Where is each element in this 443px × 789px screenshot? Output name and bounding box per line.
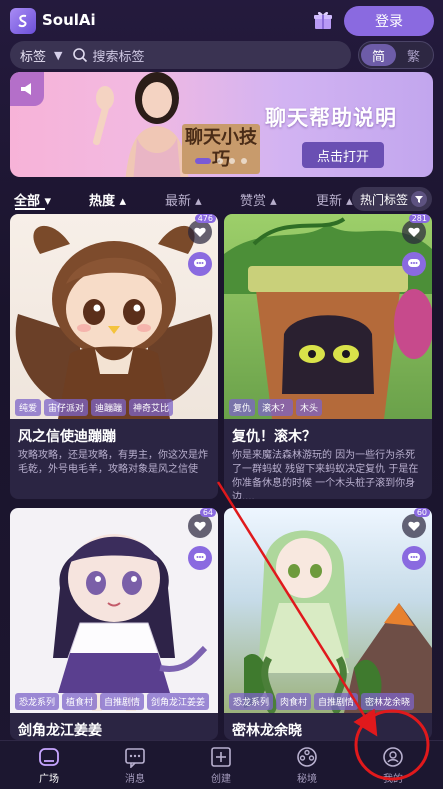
like-count: 64 <box>199 508 216 517</box>
character-card[interactable]: 281 复仇 滚木？ 木头 复仇！滚木？ 你是来魔法森林游玩的 因为一些行为杀死… <box>224 214 432 499</box>
filter-icon <box>411 191 427 207</box>
tag-chip[interactable]: 宙仔派对 <box>44 399 89 416</box>
tag-chip[interactable]: 木头 <box>296 399 323 416</box>
film-reel-icon <box>297 747 317 767</box>
message-icon <box>125 748 145 768</box>
tag-chip[interactable]: 纯爱 <box>15 399 42 416</box>
heart-icon[interactable] <box>188 514 212 538</box>
nav-create[interactable]: 创建 <box>177 741 265 789</box>
card-tag-list: 恐龙系列 植食村 自推剧情 剑角龙江姜姜 <box>15 693 210 710</box>
hot-tags-button[interactable]: 热门标签 <box>352 187 432 211</box>
help-banner[interactable]: 聊天小技巧 聊天帮助说明 点击打开 <box>10 72 433 177</box>
heart-icon[interactable] <box>402 514 426 538</box>
tag-chip[interactable]: 迪蹦蹦 <box>91 399 127 416</box>
gift-icon[interactable] <box>312 9 334 31</box>
chat-bubble-icon[interactable] <box>402 252 426 276</box>
carousel-dot[interactable] <box>195 158 211 164</box>
tag-chip[interactable]: 恐龙系列 <box>15 693 60 710</box>
nav-messages[interactable]: 消息 <box>91 741 179 789</box>
megaphone-icon <box>10 72 44 106</box>
chat-bubble-icon[interactable] <box>188 252 212 276</box>
like-count: 476 <box>194 214 216 223</box>
tag-filter-label[interactable]: 标签 <box>20 46 46 65</box>
tag-chip[interactable]: 自推剧情 <box>314 693 359 710</box>
tag-chip[interactable]: 密林龙余晓 <box>361 693 415 710</box>
bottom-navigation: 广场 消息 创建 秘境 我的 <box>0 740 443 789</box>
card-description: 你是来魔法森林游玩的 因为一些行为杀死了一群蚂蚁 残留下来蚂蚁决定复仇 于是在你… <box>232 450 419 499</box>
search-input[interactable]: 搜索标签 <box>92 46 144 65</box>
banner-sign: 聊天小技巧 <box>182 124 260 174</box>
card-tag-list: 恐龙系列 肉食村 自推剧情 密林龙余晓 <box>229 693 415 710</box>
card-tag-list: 复仇 滚木？ 木头 <box>229 399 323 416</box>
top-header: SoulAi 登录 <box>0 0 443 42</box>
heart-icon[interactable] <box>188 220 212 244</box>
chat-bubble-icon[interactable] <box>188 546 212 570</box>
app-screen: SoulAi 登录 标签 ▼ 搜索标签 简 繁 聊天小技 聊天帮助说明 点击打开… <box>0 0 443 789</box>
tag-chip[interactable]: 植食村 <box>62 693 98 710</box>
character-card[interactable]: 476 纯爱 宙仔派对 迪蹦蹦 神奇艾比 风之信使迪蹦蹦 攻略攻略，还是攻略，有… <box>10 214 218 499</box>
carousel-dot[interactable] <box>217 158 223 164</box>
open-help-button[interactable]: 点击打开 <box>302 142 384 168</box>
tag-chip[interactable]: 神奇艾比 <box>129 399 174 416</box>
carousel-dot[interactable] <box>229 158 235 164</box>
nav-label: 创建 <box>211 774 231 785</box>
character-card[interactable]: 60 恐龙系列 肉食村 自推剧情 密林龙余晓 密林龙余晓 <box>224 508 432 740</box>
nav-label: 广场 <box>39 774 59 785</box>
app-title: SoulAi <box>42 11 96 29</box>
tag-chip[interactable]: 剑角龙江姜姜 <box>147 693 210 710</box>
card-title: 风之信使迪蹦蹦 <box>18 429 116 445</box>
like-count: 60 <box>413 508 430 517</box>
carousel-dot[interactable] <box>241 158 247 164</box>
plaza-icon <box>39 748 59 766</box>
active-tab-indicator <box>15 208 45 210</box>
heart-icon[interactable] <box>402 220 426 244</box>
tag-chip[interactable]: 恐龙系列 <box>229 693 274 710</box>
tag-chip[interactable]: 复仇 <box>229 399 256 416</box>
caret-down-icon[interactable]: ▼ <box>54 49 62 62</box>
tag-chip[interactable]: 肉食村 <box>276 693 312 710</box>
carousel-dots <box>195 158 247 164</box>
nav-profile[interactable]: 我的 <box>349 741 437 789</box>
hot-tags-label: 热门标签 <box>360 192 409 207</box>
traditional-chinese-option[interactable]: 繁 <box>396 44 431 66</box>
card-image <box>224 214 432 419</box>
user-icon <box>383 747 403 767</box>
chat-bubble-icon[interactable] <box>402 546 426 570</box>
tab-appreciation[interactable]: 赞赏 ▴ <box>240 190 277 209</box>
banner-title: 聊天帮助说明 <box>265 106 397 130</box>
like-count: 281 <box>408 214 430 223</box>
card-description: 攻略攻略，还是攻略，有男主，你这次是炸毛乾，外号电毛羊，攻略对象是风之信使 <box>18 450 208 475</box>
card-tag-list: 纯爱 宙仔派对 迪蹦蹦 神奇艾比 <box>15 399 174 416</box>
nav-label: 我的 <box>383 774 403 785</box>
card-image <box>10 214 218 419</box>
tab-latest[interactable]: 最新 ▴ <box>165 190 202 209</box>
nav-plaza[interactable]: 广场 <box>5 741 93 789</box>
app-logo <box>10 8 36 34</box>
tag-chip[interactable]: 自推剧情 <box>100 693 145 710</box>
tab-all[interactable]: 全部 ▾ <box>14 190 51 209</box>
nav-secret-realm[interactable]: 秘境 <box>263 741 351 789</box>
tab-hot[interactable]: 热度 ▴ <box>89 190 126 209</box>
login-button[interactable]: 登录 <box>344 6 434 36</box>
plus-icon <box>211 747 231 767</box>
simplified-chinese-option[interactable]: 简 <box>361 44 396 66</box>
card-title: 复仇！滚木？ <box>232 429 316 445</box>
tag-chip[interactable]: 滚木？ <box>258 399 294 416</box>
character-card[interactable]: 64 恐龙系列 植食村 自推剧情 剑角龙江姜姜 剑角龙江姜姜 <box>10 508 218 740</box>
search-icon <box>73 48 88 63</box>
tab-updated[interactable]: 更新 ▴ <box>316 190 353 209</box>
nav-label: 消息 <box>125 774 145 785</box>
card-title: 密林龙余晓 <box>232 723 302 739</box>
card-image <box>10 508 218 713</box>
card-title: 剑角龙江姜姜 <box>18 723 102 739</box>
card-image <box>224 508 432 713</box>
language-toggle[interactable]: 简 繁 <box>358 41 434 69</box>
search-bar[interactable]: 标签 ▼ 搜索标签 <box>10 41 351 69</box>
nav-label: 秘境 <box>297 774 317 785</box>
